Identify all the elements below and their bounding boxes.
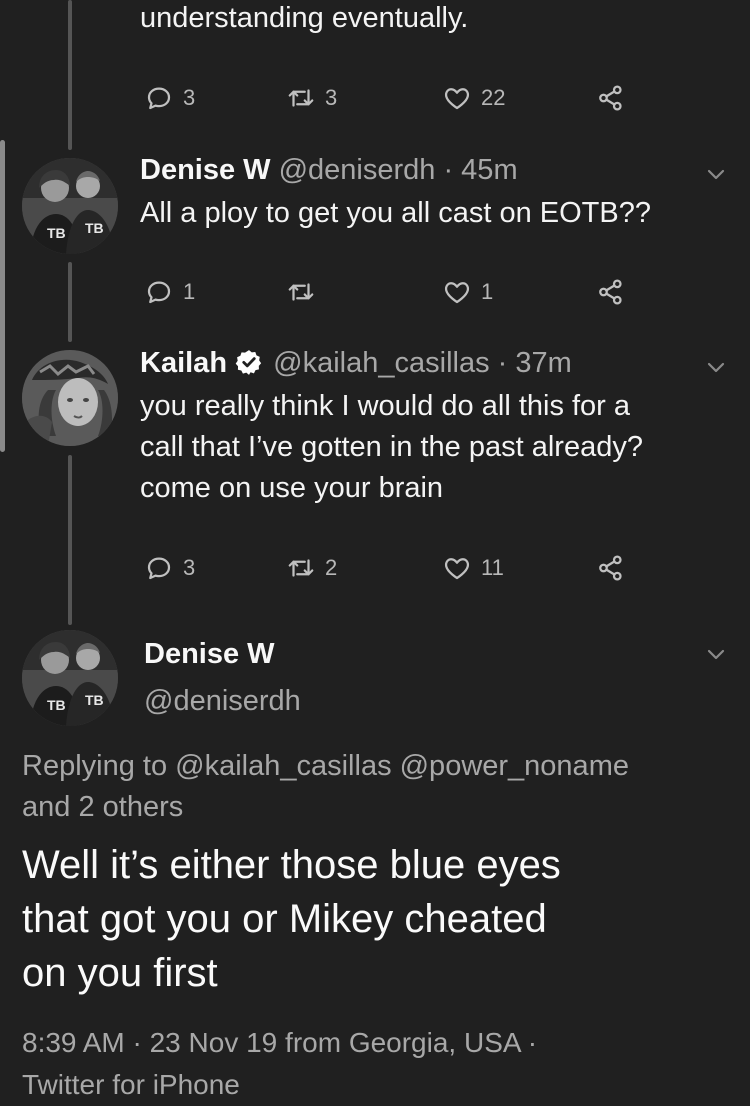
tweet-text: All a ploy to get you all cast on EOTB??	[140, 197, 651, 229]
chevron-down-icon[interactable]	[704, 642, 728, 666]
retweet-icon	[288, 559, 314, 577]
thread-line	[68, 0, 72, 150]
like-icon	[444, 88, 470, 110]
author-handle[interactable]: @kailah_casillas	[273, 347, 489, 379]
tweet-text-line: Well it’s either those blue eyes	[22, 843, 561, 887]
share-button[interactable]	[596, 274, 626, 310]
replying-to: Replying to @kailah_casillas @power_nona…	[22, 746, 629, 828]
author-name-block: Denise W	[144, 637, 275, 671]
like-button[interactable]: 22	[442, 80, 505, 116]
source-client[interactable]: Twitter for iPhone	[22, 1064, 537, 1106]
timestamp-location: 8:39 AM · 23 Nov 19 from Georgia, USA ·	[22, 1027, 538, 1058]
retweet-icon	[288, 89, 314, 107]
retweet-button[interactable]: 3	[286, 80, 337, 116]
retweet-button[interactable]: 2	[286, 550, 337, 586]
tweet-actions: 1 1	[140, 274, 640, 310]
tweet-text-line: you really think I would do all this for…	[140, 390, 631, 422]
reply-button[interactable]: 3	[144, 550, 195, 586]
reply-button[interactable]: 3	[144, 80, 195, 116]
svg-text:TB: TB	[47, 225, 66, 241]
timestamp: · 37m	[497, 347, 572, 379]
tweet-meta: 8:39 AM · 23 Nov 19 from Georgia, USA · …	[22, 1022, 537, 1106]
thread-line	[68, 262, 72, 342]
replying-to-line[interactable]: Replying to @kailah_casillas @power_nona…	[22, 746, 629, 787]
share-icon	[599, 279, 622, 305]
author-name[interactable]: Denise W	[140, 154, 271, 186]
verified-icon	[235, 350, 262, 375]
reply-button[interactable]: 1	[144, 274, 195, 310]
tweet-text: Well it’s either those blue eyes that go…	[22, 838, 561, 1000]
avatar[interactable]: TB TB	[22, 630, 118, 726]
avatar[interactable]	[22, 350, 118, 446]
svg-text:TB: TB	[47, 697, 66, 713]
author-name[interactable]: Denise W	[144, 638, 275, 670]
reply-icon	[147, 87, 171, 110]
timestamp: · 45m	[443, 154, 518, 186]
like-button[interactable]: 11	[442, 550, 504, 586]
like-count: 1	[481, 279, 494, 304]
svg-text:TB: TB	[85, 692, 104, 708]
retweet-count: 3	[325, 85, 338, 110]
tweet-text-line: come on use your brain	[140, 472, 444, 504]
author-handle[interactable]: @deniserdh	[144, 684, 301, 718]
author-handle[interactable]: @deniserdh	[279, 154, 436, 186]
reply-icon	[147, 281, 171, 304]
like-icon	[444, 558, 470, 580]
share-button[interactable]	[596, 80, 626, 116]
tweet-text: you really think I would do all this for…	[140, 386, 643, 509]
like-button[interactable]: 1	[442, 274, 493, 310]
thread-line	[68, 455, 72, 625]
avatar[interactable]: TB TB	[22, 158, 118, 254]
reply-count: 3	[183, 555, 196, 580]
tweet-text: understanding eventually.	[140, 2, 469, 34]
tweet-actions: 3 2 11	[140, 550, 640, 586]
tweet-header: Kailah @kailah_casillas · 37m	[140, 346, 572, 380]
like-count: 11	[481, 555, 504, 580]
tweet-text-line: that got you or Mikey cheated	[22, 897, 547, 941]
share-icon	[599, 85, 622, 111]
reply-count: 1	[183, 279, 196, 304]
reply-count: 3	[183, 85, 196, 110]
author-name[interactable]: Kailah	[140, 347, 227, 379]
retweet-count: 2	[325, 555, 338, 580]
replying-to-line[interactable]: and 2 others	[22, 787, 629, 828]
share-icon	[599, 555, 622, 581]
retweet-icon	[288, 283, 314, 301]
like-count: 22	[481, 85, 506, 110]
svg-text:TB: TB	[85, 220, 104, 236]
tweet-actions: 3 3 22	[140, 80, 640, 116]
retweet-button[interactable]	[286, 274, 325, 310]
tweet-header: Denise W @deniserdh · 45m	[140, 153, 518, 187]
scrollbar[interactable]	[0, 140, 5, 452]
tweet-text-line: call that I’ve gotten in the past alread…	[140, 431, 643, 463]
chevron-down-icon[interactable]	[704, 162, 728, 186]
tweet-text-line: on you first	[22, 951, 218, 995]
share-button[interactable]	[596, 550, 626, 586]
reply-icon	[147, 557, 171, 580]
chevron-down-icon[interactable]	[704, 355, 728, 379]
like-icon	[444, 282, 470, 304]
